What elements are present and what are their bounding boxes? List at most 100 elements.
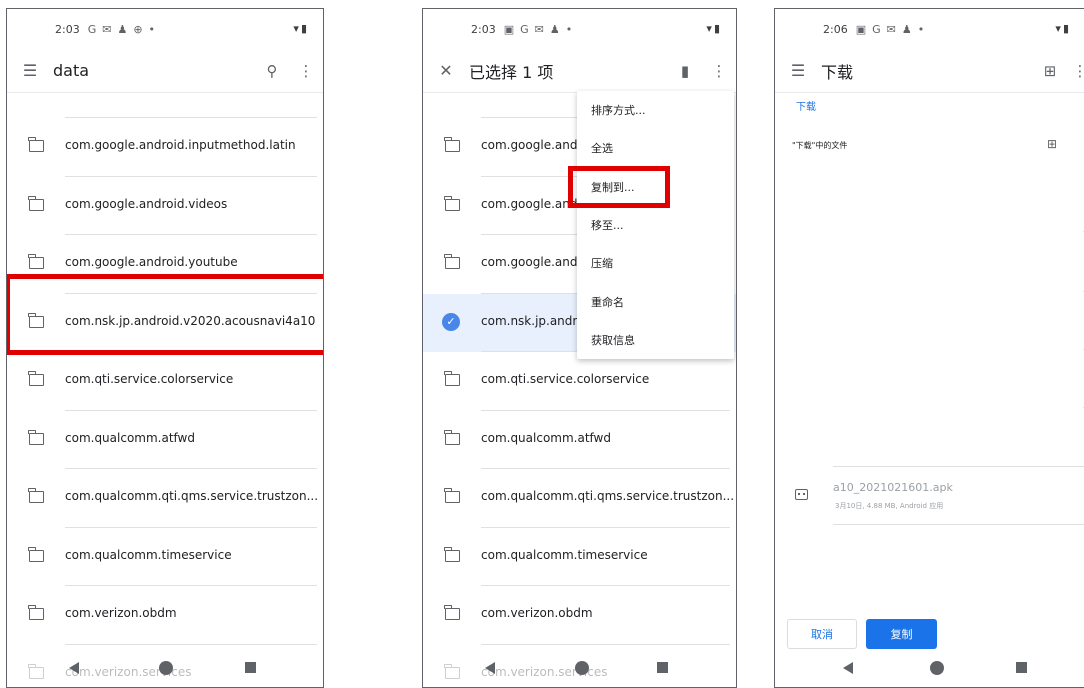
check-circle-icon: ✓ <box>442 312 460 331</box>
folder-row[interactable] <box>7 93 323 118</box>
home-icon[interactable] <box>575 661 589 675</box>
folder-name: com.google.android.inputmethod.latin <box>65 138 296 152</box>
new-folder-icon[interactable]: ⊞ <box>1033 62 1067 80</box>
app-bar: ☰ 下载 ⊞ ⋮ <box>775 49 1084 93</box>
search-icon[interactable]: ⚲ <box>255 62 289 80</box>
folder-name: com.google.and <box>481 196 578 211</box>
status-time: 2:06 <box>823 22 848 36</box>
folder-name: com.qualcomm.qti.qms.service.trustzon... <box>481 489 735 503</box>
folder-icon <box>28 429 44 445</box>
folder-name: com.qualcomm.atfwd <box>481 430 611 445</box>
recents-icon[interactable] <box>657 662 668 673</box>
person-icon: ♟ <box>549 22 560 36</box>
nav-bar <box>7 651 323 687</box>
more-vert-icon[interactable]: ⋮ <box>702 62 736 80</box>
google-icon: G <box>87 22 97 36</box>
mail-icon: ✉ <box>102 22 112 36</box>
wifi-battery-icon: ▾▮ <box>293 22 309 35</box>
menu-item[interactable]: 移至... <box>577 206 734 244</box>
menu-item[interactable]: 压缩 <box>577 244 734 282</box>
folder-name: com.google.android.videos <box>65 196 228 211</box>
dot-icon: • <box>148 22 156 36</box>
folder-row[interactable]: com.qualcomm.atfwd <box>423 411 736 469</box>
folder-row[interactable]: com.verizon.obdm <box>7 586 323 645</box>
page-title: data <box>53 61 90 80</box>
folder-icon <box>444 546 460 562</box>
folder-name: com.google.android.youtube <box>65 255 238 269</box>
menu-item[interactable]: 全选 <box>577 129 734 167</box>
menu-item[interactable]: 排序方式... <box>577 91 734 129</box>
folder-icon <box>28 195 44 211</box>
dot-icon: • <box>917 22 925 36</box>
recents-icon[interactable] <box>245 662 256 673</box>
folder-row[interactable]: com.qualcomm.qti.qms.service.trustzon... <box>7 469 323 528</box>
cancel-button[interactable]: 取消 <box>787 619 857 649</box>
folder-icon <box>444 605 460 620</box>
folder-row[interactable]: com.google.android.inputmethod.latin <box>7 118 323 177</box>
highlight-box <box>7 274 323 355</box>
highlight-box <box>568 166 670 208</box>
wifi-battery-icon: ▾▮ <box>1055 22 1071 35</box>
close-icon[interactable]: ✕ <box>423 61 469 80</box>
folder-row[interactable]: com.qti.service.colorservice <box>7 352 323 411</box>
person-icon: ♟ <box>901 22 912 36</box>
app-bar: ✕ 已选择 1 项 ▮ ⋮ <box>423 49 736 93</box>
menu-icon[interactable]: ☰ <box>775 61 821 80</box>
menu-item[interactable]: 重命名 <box>577 282 734 320</box>
section-label: "下载"中的文件 <box>792 141 848 150</box>
folder-icon <box>28 254 44 269</box>
folder-name: com.qti.service.colorservice <box>481 372 650 386</box>
status-bar: 2:03 ▣ G ✉ ♟ • ▾▮ <box>423 9 736 49</box>
app-bar: ☰ data ⚲ ⋮ <box>7 49 323 93</box>
image-icon: ▣ <box>503 22 515 36</box>
more-vert-icon[interactable]: ⋮ <box>1067 62 1084 80</box>
selection-title: 已选择 1 项 <box>469 62 554 82</box>
grid-view-icon[interactable]: ⊞ <box>1047 137 1057 151</box>
folder-row[interactable]: com.qti.service.colorservice <box>423 352 736 411</box>
folder-row[interactable]: com.qualcomm.atfwd <box>7 411 323 469</box>
folder-name: com.google.andr <box>481 138 583 152</box>
back-icon[interactable] <box>843 662 853 674</box>
vpn-icon: ⊕ <box>133 22 143 36</box>
folder-row[interactable]: com.qualcomm.timeservice <box>7 528 323 586</box>
folder-row[interactable]: com.qualcomm.timeservice <box>423 528 736 586</box>
nav-bar <box>775 651 1084 687</box>
screen-copy-destination: 2:06 ▣ G ✉ ♟ • ▾▮ ☰ 下载 ⊞ ⋮ 下载 "下载"中的文件 ⊞… <box>774 8 1084 688</box>
folder-icon <box>28 137 44 152</box>
copy-button[interactable]: 复制 <box>866 619 937 649</box>
mail-icon: ✉ <box>886 22 896 36</box>
folder-icon <box>444 429 460 445</box>
recents-icon[interactable] <box>1016 662 1027 673</box>
back-icon[interactable] <box>69 662 79 674</box>
delete-icon[interactable]: ▮ <box>668 62 702 80</box>
person-icon: ♟ <box>117 22 128 36</box>
back-icon[interactable] <box>485 662 495 674</box>
folder-icon <box>444 371 460 386</box>
status-time: 2:03 <box>471 22 496 36</box>
folder-name: com.verizon.obdm <box>65 606 177 620</box>
screen-file-list: 2:03 G ✉ ♟ ⊕ • ▾▮ ☰ data ⚲ ⋮ com.google.… <box>6 8 324 688</box>
folder-icon <box>28 546 44 562</box>
folder-icon <box>444 137 460 152</box>
dot-icon: • <box>565 22 573 36</box>
folder-row[interactable]: com.verizon.obdm <box>423 586 736 645</box>
more-vert-icon[interactable]: ⋮ <box>289 62 323 80</box>
folder-row[interactable]: com.qualcomm.qti.qms.service.trustzon... <box>423 469 736 528</box>
page-title: 下载 <box>821 62 854 82</box>
folder-icon <box>444 195 460 211</box>
nav-bar <box>423 651 736 687</box>
menu-icon[interactable]: ☰ <box>7 61 53 80</box>
folder-name: com.google.andr <box>481 255 583 269</box>
folder-row[interactable]: com.google.android.videos <box>7 177 323 235</box>
breadcrumb[interactable]: 下载 <box>796 98 816 113</box>
folder-name: com.verizon.obdm <box>481 606 593 620</box>
home-icon[interactable] <box>159 661 173 675</box>
folder-icon <box>28 488 44 503</box>
folder-name: com.qualcomm.qti.qms.service.trustzon... <box>65 489 319 503</box>
file-meta: 3月10日, 4.88 MB, Android 应用 <box>835 502 944 510</box>
home-icon[interactable] <box>930 661 944 675</box>
folder-name: com.qti.service.colorservice <box>65 372 234 386</box>
folder-name: com.qualcomm.atfwd <box>65 430 195 445</box>
screen-selection: 2:03 ▣ G ✉ ♟ • ▾▮ ✕ 已选择 1 项 ▮ ⋮ com.goog… <box>422 8 737 688</box>
menu-item[interactable]: 获取信息 <box>577 321 734 359</box>
